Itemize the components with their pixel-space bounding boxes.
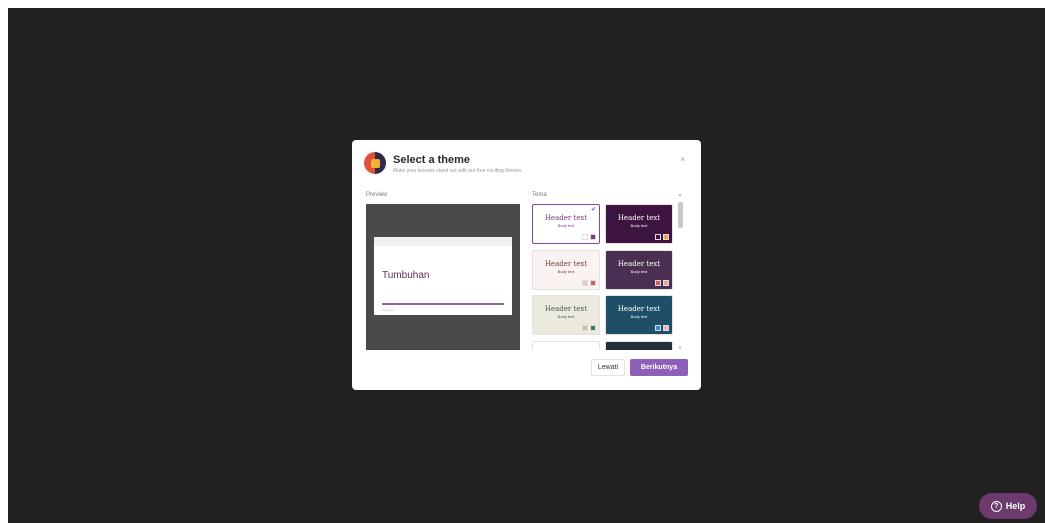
- skip-button[interactable]: Lewati: [591, 359, 625, 376]
- slide-divider: [382, 303, 504, 305]
- preview-slide: Tumbuhan Nearpod: [374, 237, 512, 315]
- theme-body-text: Body text: [557, 314, 575, 319]
- slide-footer: Nearpod: [382, 308, 394, 312]
- color-swatch: [663, 325, 669, 331]
- theme-card[interactable]: Header text Body text: [605, 295, 673, 335]
- theme-swatches: [655, 234, 669, 240]
- theme-header-text: Header text: [544, 214, 588, 222]
- theme-card[interactable]: Header text Body text: [605, 250, 673, 290]
- color-swatch: [663, 280, 669, 286]
- theme-card[interactable]: Header text Body text: [532, 295, 600, 335]
- theme-card[interactable]: Header text Body text: [532, 250, 600, 290]
- theme-body-text: Body text: [630, 269, 648, 274]
- scroll-thumb[interactable]: [678, 202, 683, 228]
- app-logo-icon: [364, 152, 386, 174]
- color-swatch: [590, 280, 596, 286]
- color-swatch: [663, 234, 669, 240]
- theme-header-text: Header text: [617, 305, 661, 313]
- theme-body-text: Body text: [630, 314, 648, 319]
- color-swatch: [655, 234, 661, 240]
- help-button[interactable]: ? Help: [979, 493, 1037, 519]
- help-icon: ?: [990, 500, 1002, 512]
- dialog-subtitle: Make your lessons stand out with our fre…: [393, 168, 522, 174]
- checkmark-icon: ✔: [590, 207, 596, 213]
- scroll-up-icon[interactable]: ▲: [678, 192, 682, 197]
- slide-header-bar: [374, 237, 512, 246]
- theme-scrollbar[interactable]: ▲ ▼: [678, 192, 683, 350]
- color-swatch: [590, 325, 596, 331]
- color-swatch: [582, 280, 588, 286]
- theme-card[interactable]: [532, 341, 600, 350]
- theme-card[interactable]: Header text Body text: [605, 204, 673, 244]
- color-swatch: [590, 234, 596, 240]
- theme-body-text: Body text: [557, 269, 575, 274]
- theme-swatches: [655, 280, 669, 286]
- preview-panel: Tumbuhan Nearpod: [366, 204, 520, 350]
- themes-label: Tema: [532, 192, 547, 198]
- color-swatch: [582, 234, 588, 240]
- color-swatch: [655, 325, 661, 331]
- preview-label: Preview: [366, 192, 388, 198]
- scroll-down-icon[interactable]: ▼: [678, 345, 682, 350]
- theme-swatches: [582, 280, 596, 286]
- color-swatch: [655, 280, 661, 286]
- theme-body-text: Body text: [557, 223, 575, 228]
- next-button[interactable]: Berikutnya: [630, 359, 688, 376]
- theme-grid: ✔ Header text Body text Header text Body…: [532, 204, 676, 350]
- theme-body-text: Body text: [630, 223, 648, 228]
- theme-header-text: Header text: [617, 214, 661, 222]
- color-swatch: [582, 325, 588, 331]
- theme-swatches: [582, 325, 596, 331]
- theme-card[interactable]: ✔ Header text Body text: [532, 204, 600, 244]
- theme-swatches: [655, 325, 669, 331]
- theme-swatches: [582, 234, 596, 240]
- help-label: Help: [1005, 501, 1026, 511]
- close-icon[interactable]: ×: [680, 155, 685, 164]
- select-theme-dialog: Select a theme Make your lessons stand o…: [352, 140, 701, 390]
- dialog-title: Select a theme: [393, 154, 471, 166]
- theme-header-text: Header text: [544, 305, 588, 313]
- theme-card[interactable]: [605, 341, 673, 350]
- theme-header-text: Header text: [544, 260, 588, 268]
- slide-title: Tumbuhan: [382, 270, 430, 281]
- theme-header-text: Header text: [617, 260, 661, 268]
